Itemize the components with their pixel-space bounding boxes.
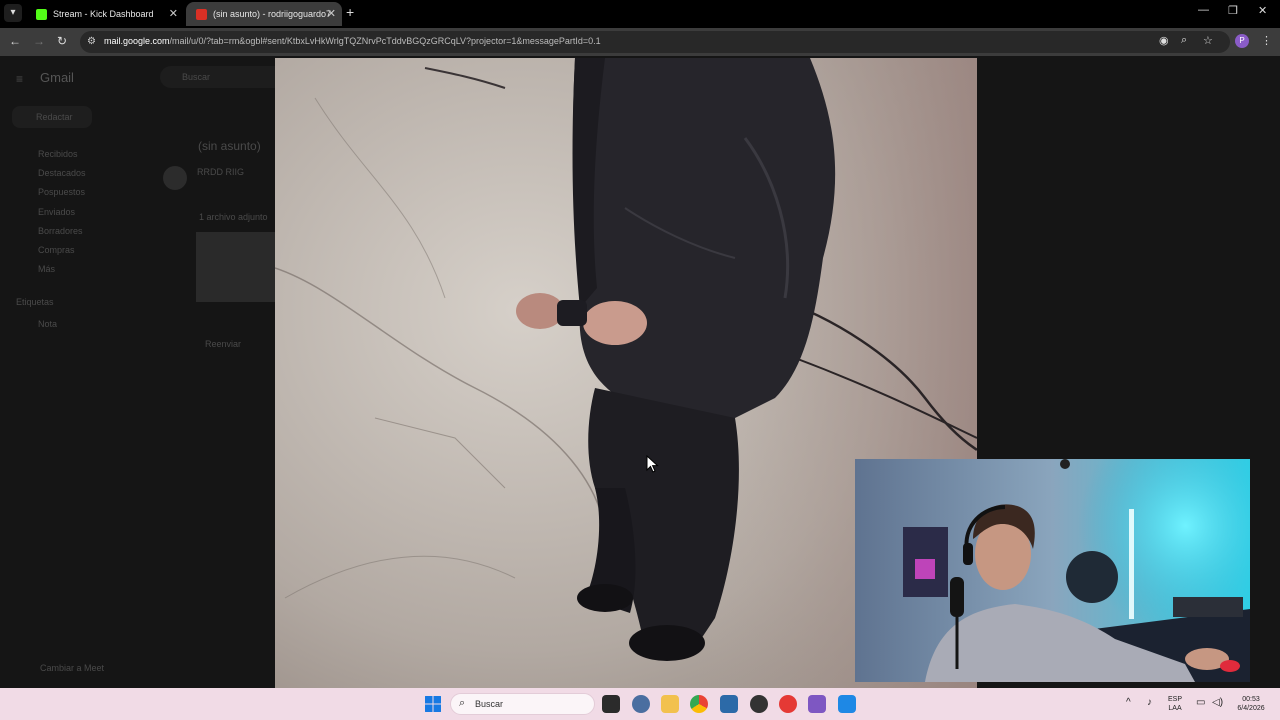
language-code: ESP — [1168, 696, 1183, 703]
nav-item[interactable]: Destacados — [38, 168, 86, 178]
back-arrow-icon[interactable]: ← — [9, 34, 21, 48]
hamburger-icon[interactable]: ≡ — [16, 72, 23, 86]
forward-arrow-icon[interactable]: → — [33, 34, 45, 48]
tab-title: (sin asunto) - rodriigoguardo7 — [213, 9, 332, 19]
search-icon: ⌕ — [459, 697, 466, 709]
nav-item[interactable]: Enviados — [38, 207, 75, 217]
app-window-icon[interactable] — [720, 695, 738, 713]
windows-start-icon[interactable] — [424, 695, 442, 713]
photos-icon[interactable] — [838, 695, 856, 713]
close-tab-icon[interactable]: ✕ — [327, 2, 336, 26]
nav-item[interactable]: Borradores — [38, 226, 83, 236]
clock-date: 6/4/2026 — [1237, 705, 1265, 712]
network-icon[interactable]: ▭ — [1196, 697, 1205, 708]
nav-item[interactable]: Pospuestos — [38, 187, 85, 197]
tab-search-menu-icon[interactable]: ▾ — [4, 4, 22, 22]
clock[interactable]: 00:53 6/4/2026 — [1232, 695, 1270, 713]
tab-gmail[interactable]: (sin asunto) - rodriigoguardo7 ✕ — [186, 2, 342, 26]
close-window-icon[interactable]: ✕ — [1258, 4, 1267, 17]
mouse-cursor-icon — [646, 455, 659, 473]
compose-button[interactable]: Redactar — [12, 106, 92, 128]
label-item[interactable]: Nota — [38, 319, 57, 329]
close-tab-icon[interactable]: ✕ — [169, 2, 178, 26]
taskbar-search-input[interactable]: ⌕ Buscar — [450, 693, 595, 715]
zoom-icon[interactable]: ⌕ — [1181, 34, 1187, 47]
address-bar[interactable]: ⚙ mail.google.com/mail/u/0/?tab=rm&ogbl#… — [80, 31, 1230, 53]
attachment-thumbnail[interactable] — [196, 232, 276, 302]
clock-time: 00:53 — [1242, 696, 1260, 703]
eye-icon[interactable]: ◉ — [1159, 34, 1169, 47]
nav-item[interactable]: Recibidos — [38, 149, 78, 159]
forward-button[interactable]: Reenviar — [205, 339, 241, 349]
kick-favicon-icon — [36, 9, 47, 21]
sender-name: RRDD RIIG — [197, 167, 244, 177]
url-path: /mail/u/0/?tab=rm&ogbl#sent/KtbxLvHkWrlg… — [169, 36, 601, 46]
media-player-icon[interactable] — [779, 695, 797, 713]
webcam-image — [855, 459, 1250, 682]
obs-icon[interactable] — [750, 695, 768, 713]
settings-gear-icon[interactable] — [632, 695, 650, 713]
sender-avatar — [163, 166, 187, 190]
taskbar-search-label: Buscar — [475, 699, 504, 709]
file-explorer-icon[interactable] — [661, 695, 679, 713]
search-placeholder: Buscar — [182, 72, 211, 82]
url-text: mail.google.com/mail/u/0/?tab=rm&ogbl#se… — [104, 36, 601, 46]
nav-item[interactable]: Compras — [38, 245, 75, 255]
gmail-logo: Gmail — [40, 70, 74, 85]
app-icon[interactable] — [808, 695, 826, 713]
gmail-favicon-icon — [196, 9, 207, 21]
reload-icon[interactable]: ↻ — [57, 34, 67, 48]
restore-icon[interactable]: ❐ — [1228, 4, 1238, 17]
bookmark-star-icon[interactable]: ☆ — [1203, 34, 1213, 47]
attachment-note: 1 archivo adjunto — [199, 212, 268, 222]
tray-overflow-chevron-icon[interactable]: ^ — [1126, 697, 1131, 708]
keyboard-layout: LAA — [1168, 705, 1182, 712]
menu-dots-icon[interactable]: ⋮ — [1261, 34, 1272, 47]
minimize-icon[interactable]: — — [1198, 4, 1209, 16]
browser-tab-bar: ▾ Stream - Kick Dashboard ✕ (sin asunto)… — [0, 0, 1280, 28]
labels-title: Etiquetas — [16, 297, 54, 307]
compose-label: Redactar — [36, 112, 73, 122]
new-tab-icon[interactable]: + — [346, 4, 354, 20]
bottom-link[interactable]: Cambiar a Meet — [40, 663, 104, 673]
tab-title: Stream - Kick Dashboard — [53, 9, 154, 19]
chrome-icon[interactable] — [690, 695, 708, 713]
language-indicator[interactable]: ESP LAA — [1168, 695, 1182, 713]
tab-kick-dashboard[interactable]: Stream - Kick Dashboard ✕ — [26, 2, 184, 26]
profile-avatar[interactable]: P — [1235, 34, 1249, 48]
windows-taskbar: ⌕ Buscar ^ ♪ ESP LAA ▭ ◁) 00:53 6/4/2026 — [0, 688, 1280, 720]
browser-toolbar: ← → ↻ ⚙ mail.google.com/mail/u/0/?tab=rm… — [0, 28, 1280, 56]
microphone-icon[interactable]: ♪ — [1147, 697, 1152, 708]
volume-icon[interactable]: ◁) — [1212, 697, 1223, 708]
task-view-icon[interactable] — [602, 695, 620, 713]
nav-item[interactable]: Más — [38, 264, 55, 274]
site-info-icon[interactable]: ⚙ — [87, 36, 96, 47]
webcam-overlay — [855, 459, 1250, 682]
email-subject: (sin asunto) — [198, 139, 261, 153]
url-domain: mail.google.com — [104, 36, 170, 46]
